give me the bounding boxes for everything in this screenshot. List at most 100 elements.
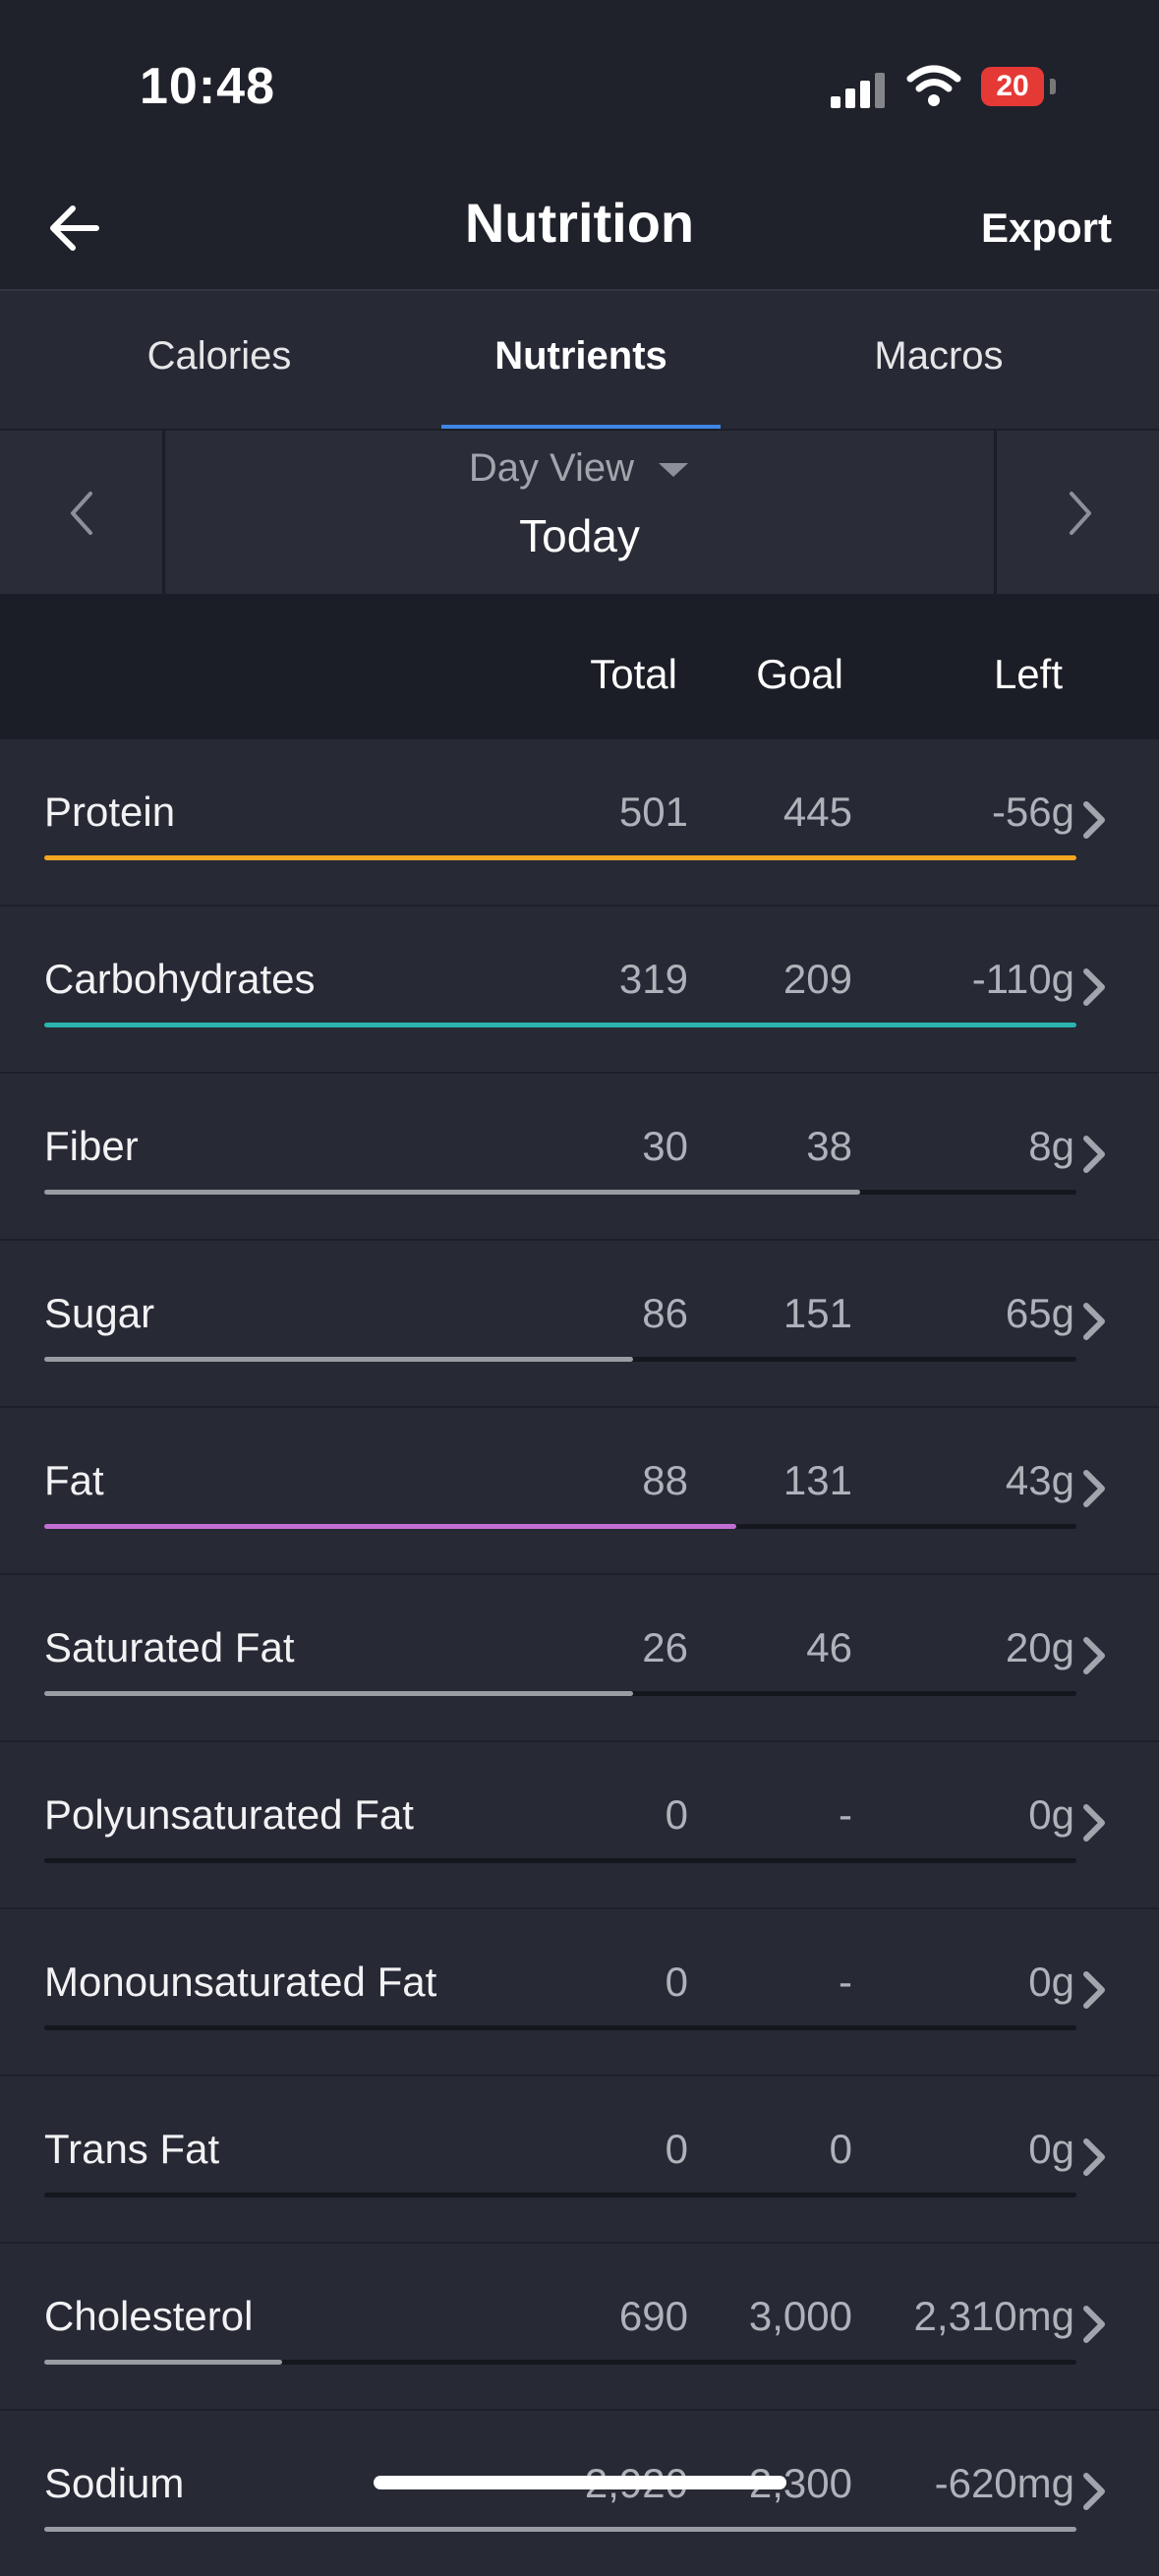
nutrient-total: 0 (665, 1791, 688, 1838)
nutrient-left: 20g (1005, 1624, 1074, 1670)
chevron-right-icon (1083, 968, 1105, 1006)
tab-macros[interactable]: Macros (791, 334, 1086, 379)
nutrient-total: 0 (665, 2126, 688, 2172)
nutrient-row[interactable]: Fat 88 131 43g (0, 1406, 1159, 1573)
nutrient-name: Carbohydrates (44, 956, 316, 1002)
nutrient-left: 0g (1028, 1791, 1074, 1838)
tab-bar: Calories Nutrients Macros (0, 289, 1159, 431)
chevron-right-icon (1083, 1804, 1105, 1842)
day-view-date: Today (519, 510, 640, 561)
chevron-right-icon (1083, 2138, 1105, 2176)
day-view-label: Day View (468, 446, 635, 490)
chevron-right-icon (1070, 492, 1091, 535)
nutrient-name: Trans Fat (44, 2126, 220, 2172)
battery-cap (1050, 79, 1056, 94)
progress-track (44, 2360, 1076, 2365)
nutrient-list: Protein 501 445 -56g Carbohydrates 319 209 -110… (0, 737, 1159, 2576)
nutrient-row[interactable]: Monounsaturated Fat 0 - 0g (0, 1907, 1159, 2075)
progress-track (44, 1357, 1076, 1362)
nutrient-left: -620mg (934, 2460, 1074, 2506)
status-bar: 10:48 20 (0, 0, 1159, 167)
nutrient-left: 43g (1005, 1457, 1074, 1503)
progress-track (44, 855, 1076, 860)
chevron-right-icon (1083, 1470, 1105, 1507)
progress-track (44, 2193, 1076, 2197)
nutrient-left: -56g (991, 789, 1074, 835)
nutrient-total: 319 (618, 956, 688, 1002)
progress-track (44, 1023, 1076, 1027)
nutrient-name: Fiber (44, 1123, 139, 1169)
progress-track (44, 1858, 1076, 1863)
nutrient-name: Protein (44, 789, 176, 835)
nutrient-name: Polyunsaturated Fat (44, 1791, 414, 1838)
nutrient-name: Cholesterol (44, 2293, 254, 2339)
nutrient-name: Saturated Fat (44, 1624, 295, 1670)
nutrient-goal: - (839, 1791, 852, 1838)
chevron-right-icon (1083, 1971, 1105, 2009)
nutrient-goal: 0 (829, 2126, 852, 2172)
table-header: Total Goal Left (0, 594, 1159, 737)
nutrient-name: Sugar (44, 1290, 155, 1336)
progress-fill (44, 2527, 1076, 2532)
tab-calories[interactable]: Calories (72, 334, 367, 379)
progress-fill (44, 1190, 860, 1195)
next-day-button[interactable] (994, 431, 1159, 596)
chevron-right-icon (1083, 1637, 1105, 1674)
column-left: Left (993, 651, 1063, 697)
export-button[interactable]: Export (981, 205, 1112, 252)
nutrient-left: -110g (971, 956, 1074, 1002)
nutrient-row[interactable]: Trans Fat 0 0 0g (0, 2075, 1159, 2242)
nutrient-left: 2,310mg (913, 2293, 1074, 2339)
progress-fill (44, 1691, 633, 1696)
progress-track (44, 1691, 1076, 1696)
nutrient-total: 690 (618, 2293, 688, 2339)
chevron-right-icon (1083, 1136, 1105, 1173)
progress-fill (44, 855, 1076, 860)
nutrient-total: 0 (665, 1959, 688, 2005)
nutrient-goal: 3,000 (748, 2293, 852, 2339)
progress-track (44, 1190, 1076, 1195)
nutrient-goal: 38 (806, 1123, 852, 1169)
nutrient-row[interactable]: Protein 501 445 -56g (0, 737, 1159, 905)
nutrient-row[interactable]: Sugar 86 151 65g (0, 1239, 1159, 1406)
nutrient-total: 88 (642, 1457, 688, 1503)
nutrient-goal: 46 (806, 1624, 852, 1670)
nutrient-left: 0g (1028, 2126, 1074, 2172)
wifi-icon (906, 65, 961, 106)
home-indicator (374, 2476, 786, 2489)
nutrient-goal: 209 (782, 956, 852, 1002)
battery-icon: 20 (981, 67, 1044, 106)
nutrient-total: 30 (642, 1123, 688, 1169)
nutrient-row[interactable]: Sodium2,9202,300-620mg (0, 2409, 1159, 2576)
progress-track (44, 1524, 1076, 1529)
nutrient-row[interactable]: Carbohydrates 319 209 -110g (0, 905, 1159, 1072)
day-view-dropdown[interactable]: Day View (0, 446, 1159, 491)
nutrient-name: Fat (44, 1457, 104, 1503)
nutrient-left: 8g (1028, 1123, 1074, 1169)
nutrient-row[interactable]: Cholesterol 690 3,000 2,310mg (0, 2242, 1159, 2409)
progress-track (44, 2025, 1076, 2030)
nutrient-name: Sodium (44, 2460, 185, 2506)
battery-level: 20 (996, 70, 1029, 102)
tab-nutrients[interactable]: Nutrients (434, 334, 728, 379)
nutrient-goal: 445 (782, 789, 852, 835)
nutrient-total: 501 (618, 789, 688, 835)
chevron-right-icon (1083, 2473, 1105, 2510)
nutrient-left: 0g (1028, 1959, 1074, 2005)
chevron-right-icon (1083, 801, 1105, 839)
nutrient-left: 65g (1005, 1290, 1074, 1336)
day-view-selector: Day View Today (0, 429, 1159, 596)
nutrient-total: 26 (642, 1624, 688, 1670)
nutrient-row[interactable]: Saturated Fat 26 46 20g (0, 1573, 1159, 1740)
chevron-right-icon (1083, 2306, 1105, 2343)
nutrient-row[interactable]: Polyunsaturated Fat 0 - 0g (0, 1740, 1159, 1907)
nutrient-goal: - (839, 1959, 852, 2005)
nav-bar: Nutrition Export (0, 167, 1159, 289)
nutrient-row[interactable]: Fiber 30 38 8g (0, 1072, 1159, 1239)
progress-fill (44, 1357, 633, 1362)
nutrient-name: Monounsaturated Fat (44, 1959, 437, 2005)
cellular-signal-icon (831, 71, 886, 108)
column-total: Total (590, 651, 677, 697)
progress-fill (44, 1524, 736, 1529)
column-goal: Goal (756, 651, 843, 697)
